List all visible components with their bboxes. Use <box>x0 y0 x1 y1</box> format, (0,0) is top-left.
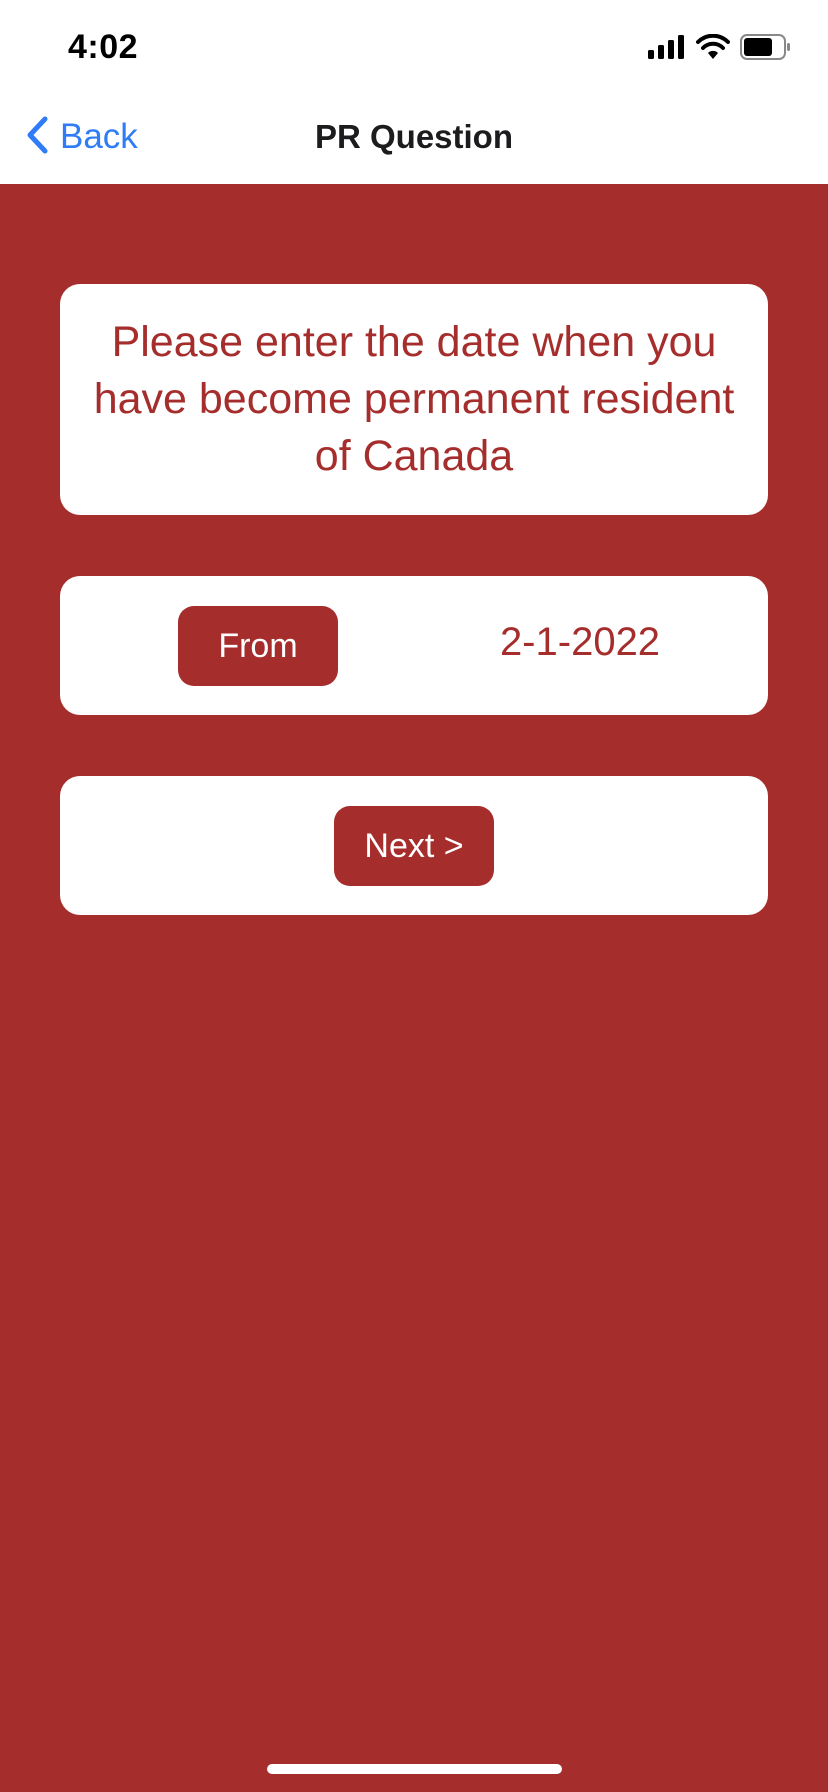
date-value[interactable]: 2-1-2022 <box>460 620 700 665</box>
navigation-bar: PR Question Back <box>0 92 828 184</box>
status-bar: 4:02 <box>0 0 828 92</box>
question-text: Please enter the date when you have beco… <box>93 318 735 480</box>
from-date-button[interactable]: From <box>178 606 338 686</box>
date-entry-card: From 2-1-2022 <box>60 576 768 715</box>
back-label: Back <box>60 117 138 156</box>
back-button[interactable]: Back <box>24 112 138 162</box>
question-card: Please enter the date when you have beco… <box>60 284 768 515</box>
status-icons <box>648 33 792 65</box>
chevron-left-icon <box>24 115 50 160</box>
home-indicator[interactable] <box>267 1764 562 1774</box>
next-card: Next > <box>60 776 768 915</box>
wifi-icon <box>696 33 730 65</box>
cellular-signal-icon <box>648 34 686 64</box>
status-time: 4:02 <box>68 28 139 66</box>
next-button[interactable]: Next > <box>334 806 494 886</box>
battery-icon <box>740 33 792 65</box>
